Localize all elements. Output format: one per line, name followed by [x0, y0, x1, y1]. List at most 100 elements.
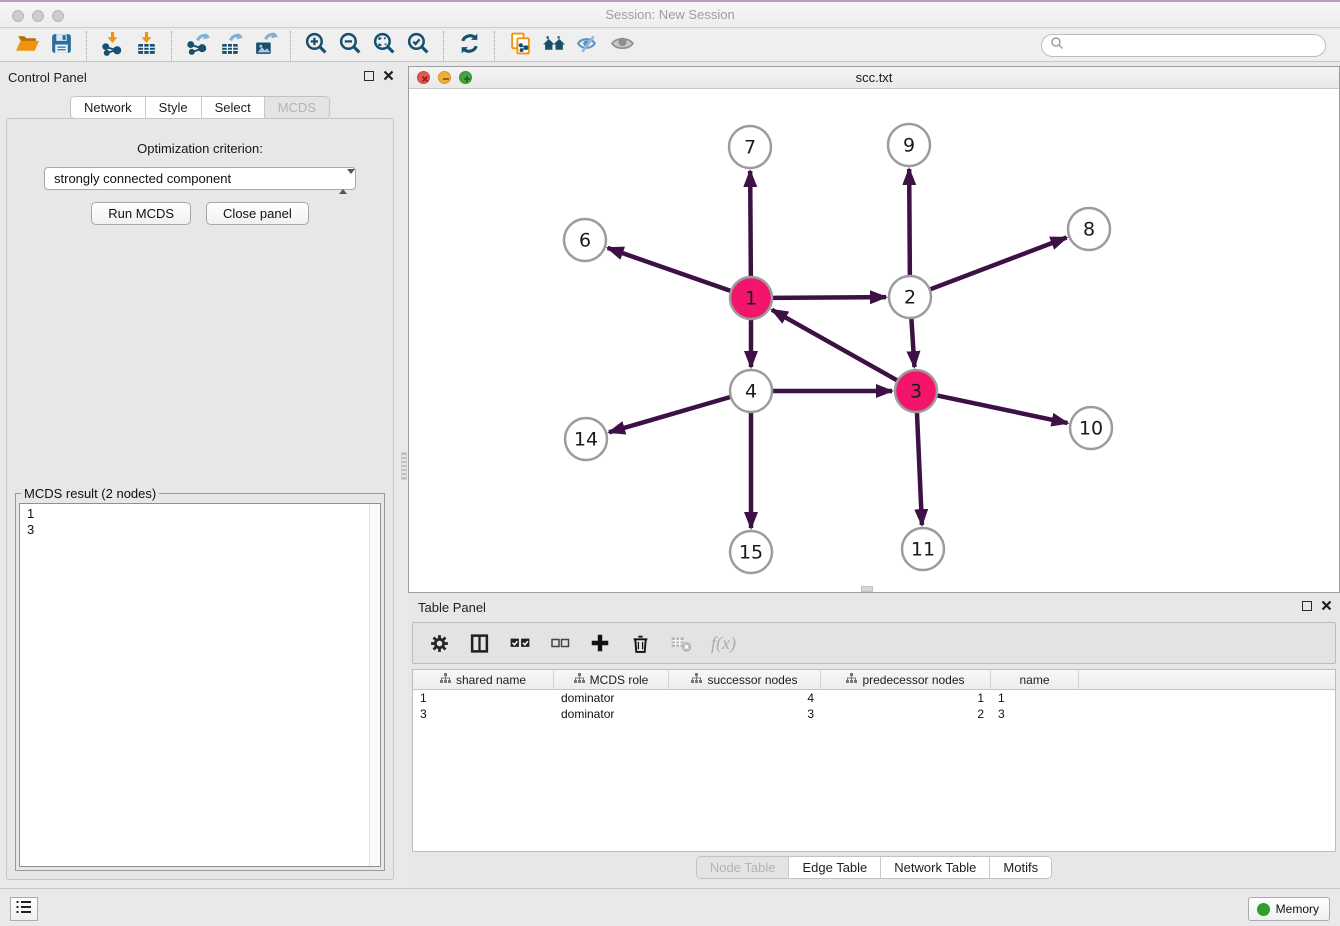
graph-edge-3-1[interactable] — [772, 310, 897, 380]
main-toolbar — [0, 30, 1340, 62]
zoom-out-button[interactable] — [333, 31, 367, 61]
graph-node-label: 7 — [744, 137, 756, 159]
network-window-titlebar[interactable]: scc.txt — [409, 67, 1339, 89]
table-cell[interactable]: 2 — [821, 706, 991, 722]
table-cell[interactable]: 1 — [413, 690, 554, 706]
zoom-selected-button[interactable] — [401, 31, 435, 61]
graph-node-label: 14 — [574, 429, 598, 451]
import-table-button[interactable] — [129, 31, 163, 61]
export-network-button[interactable] — [180, 31, 214, 61]
memory-button[interactable]: Memory — [1248, 897, 1330, 921]
status-bar: Memory — [0, 888, 1340, 926]
tab-network-table[interactable]: Network Table — [881, 857, 990, 878]
table-cell[interactable]: dominator — [554, 706, 669, 722]
mcds-panel: Optimization criterion: strongly connect… — [6, 118, 394, 880]
graph-edge-1-7[interactable] — [750, 171, 751, 276]
graph-edge-4-14[interactable] — [609, 397, 730, 432]
float-panel-icon[interactable] — [364, 71, 374, 81]
graph-edge-3-10[interactable] — [938, 396, 1068, 423]
column-header-name[interactable]: name — [991, 670, 1079, 690]
graph-node-label: 9 — [903, 135, 915, 157]
graph-edge-3-11[interactable] — [917, 413, 922, 525]
table-cell[interactable]: 1 — [991, 690, 1079, 706]
column-header-predecessor-nodes[interactable]: predecessor nodes — [821, 670, 991, 690]
open-session-button[interactable] — [10, 31, 44, 61]
tab-network[interactable]: Network — [71, 97, 146, 118]
graph-node-label: 1 — [745, 288, 757, 310]
table-cell[interactable]: dominator — [554, 690, 669, 706]
save-session-button[interactable] — [44, 31, 78, 61]
unselect-all-rows-icon[interactable] — [550, 633, 570, 653]
import-network-button[interactable] — [95, 31, 129, 61]
attribute-hierarchy-icon — [574, 673, 585, 687]
network-view-window: scc.txt 7968124314101511 — [408, 66, 1340, 593]
optimization-criterion-label: Optimization criterion: — [7, 141, 393, 156]
result-scrollbar[interactable] — [369, 504, 380, 866]
graph-edge-2-9[interactable] — [909, 169, 910, 275]
run-mcds-button[interactable]: Run MCDS — [91, 202, 191, 225]
export-image-button[interactable] — [248, 31, 282, 61]
column-header-shared-name[interactable]: shared name — [413, 670, 554, 690]
homes-icon — [542, 31, 567, 61]
table-cell[interactable]: 3 — [669, 706, 821, 722]
column-header-successor-nodes[interactable]: successor nodes — [669, 670, 821, 690]
float-table-panel-icon[interactable] — [1302, 601, 1312, 611]
attribute-hierarchy-icon — [846, 673, 857, 687]
duplicate-networks-button[interactable] — [503, 31, 537, 61]
search-input[interactable] — [1064, 39, 1325, 53]
tab-edge-table[interactable]: Edge Table — [789, 857, 881, 878]
table-header-row[interactable]: shared nameMCDS rolesuccessor nodesprede… — [413, 670, 1335, 690]
graph-node-label: 11 — [911, 539, 935, 561]
column-header-MCDS-role[interactable]: MCDS role — [554, 670, 669, 690]
close-panel-button[interactable]: Close panel — [206, 202, 309, 225]
app-titlebar: Session: New Session — [0, 0, 1340, 28]
tab-motifs[interactable]: Motifs — [990, 857, 1051, 878]
select-all-rows-icon[interactable] — [509, 632, 531, 654]
graph-node-label: 6 — [579, 230, 591, 252]
tab-node-table[interactable]: Node Table — [697, 857, 790, 878]
control-panel-tabs: NetworkStyleSelectMCDS — [0, 96, 400, 119]
criterion-dropdown[interactable]: strongly connected component — [44, 167, 356, 190]
mcds-result-area[interactable]: 13 — [19, 503, 381, 867]
table-cell[interactable]: 3 — [413, 706, 554, 722]
table-cell[interactable]: 1 — [821, 690, 991, 706]
add-row-icon[interactable] — [589, 632, 611, 654]
close-panel-icon[interactable] — [383, 70, 394, 81]
network-canvas[interactable]: 7968124314101511 — [409, 89, 1339, 592]
tab-select[interactable]: Select — [202, 97, 265, 118]
show-graphics-details-button[interactable] — [605, 31, 639, 61]
delete-row-icon[interactable] — [630, 633, 651, 654]
table-row[interactable]: 1dominator411 — [413, 690, 1335, 706]
import-network-icon — [100, 31, 125, 61]
panel-splitter-handle[interactable] — [401, 452, 407, 480]
zoom-in-button[interactable] — [299, 31, 333, 61]
table-row[interactable]: 3dominator323 — [413, 706, 1335, 722]
close-table-panel-icon[interactable] — [1321, 600, 1332, 611]
search-icon — [1050, 36, 1064, 55]
table-cell[interactable]: 3 — [991, 706, 1079, 722]
graph-edge-1-6[interactable] — [608, 248, 731, 291]
table-settings-gear-icon[interactable] — [429, 633, 450, 654]
table-cell[interactable]: 4 — [669, 690, 821, 706]
tab-style[interactable]: Style — [146, 97, 202, 118]
hide-graphics-details-button[interactable] — [571, 31, 605, 61]
graph-edge-2-3[interactable] — [911, 319, 914, 367]
search-field[interactable] — [1041, 34, 1326, 57]
show-all-networks-button[interactable] — [537, 31, 571, 61]
toolbar-separator — [443, 31, 444, 61]
canvas-resize-handle[interactable] — [861, 586, 873, 592]
zoom-fit-button[interactable] — [367, 31, 401, 61]
table-toolbar: f(x) — [412, 622, 1336, 664]
task-history-button[interactable] — [10, 897, 38, 921]
graph-node-label: 10 — [1079, 418, 1103, 440]
export-table-icon — [219, 31, 244, 61]
graph-edge-2-8[interactable] — [931, 238, 1067, 290]
delete-table-icon — [670, 632, 692, 654]
refresh-button[interactable] — [452, 31, 486, 61]
export-table-button[interactable] — [214, 31, 248, 61]
graph-edge-1-2[interactable] — [773, 297, 886, 298]
node-table[interactable]: shared nameMCDS rolesuccessor nodesprede… — [412, 669, 1336, 852]
show-column-icon[interactable] — [469, 633, 490, 654]
export-network-icon — [185, 31, 210, 61]
tab-mcds[interactable]: MCDS — [265, 97, 329, 118]
